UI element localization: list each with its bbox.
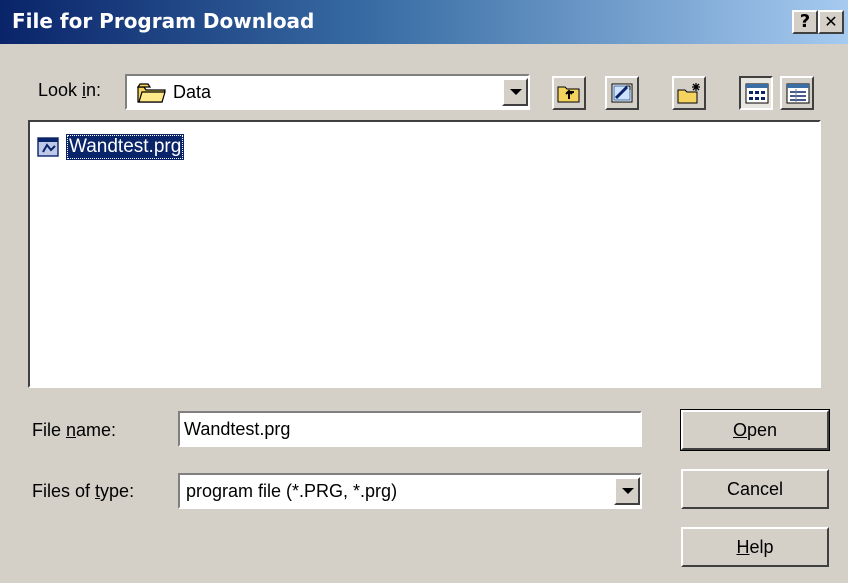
list-view-button[interactable] xyxy=(739,76,773,110)
list-view-icon xyxy=(745,83,769,104)
file-type-dropdown-button[interactable] xyxy=(614,477,640,505)
title-bar: File for Program Download ? ✕ xyxy=(0,0,848,44)
look-in-combo[interactable]: Data xyxy=(125,74,530,110)
window-title: File for Program Download xyxy=(12,9,315,33)
up-one-level-icon xyxy=(557,86,580,103)
new-folder-icon xyxy=(677,83,700,104)
file-name-input[interactable] xyxy=(178,411,642,447)
file-type-label: Files of type: xyxy=(32,481,135,501)
program-file-icon xyxy=(37,137,59,157)
details-view-button[interactable] xyxy=(780,76,814,110)
file-name-label: File name: xyxy=(32,420,117,440)
look-in-label: Look in: xyxy=(38,80,102,100)
folder-icon xyxy=(137,83,166,103)
look-in-value: Data xyxy=(173,82,212,102)
file-type-select[interactable]: program file (*.PRG, *.prg) xyxy=(178,473,642,509)
details-view-icon xyxy=(786,83,810,104)
desktop-icon xyxy=(611,83,633,103)
file-name-label: Wandtest.prg xyxy=(66,134,185,160)
help-button[interactable]: Help xyxy=(681,527,829,567)
new-folder-button[interactable] xyxy=(672,76,706,110)
file-type-value: program file (*.PRG, *.prg) xyxy=(186,481,398,501)
open-button[interactable]: Open xyxy=(680,409,830,451)
up-one-level-button[interactable] xyxy=(552,76,586,110)
file-list[interactable]: Wandtest.prg xyxy=(28,120,821,388)
look-in-dropdown-button[interactable] xyxy=(502,78,528,106)
cancel-button[interactable]: Cancel xyxy=(681,469,829,509)
desktop-button[interactable] xyxy=(605,76,639,110)
help-caption-button[interactable]: ? xyxy=(792,10,818,34)
close-button[interactable]: ✕ xyxy=(818,10,844,34)
